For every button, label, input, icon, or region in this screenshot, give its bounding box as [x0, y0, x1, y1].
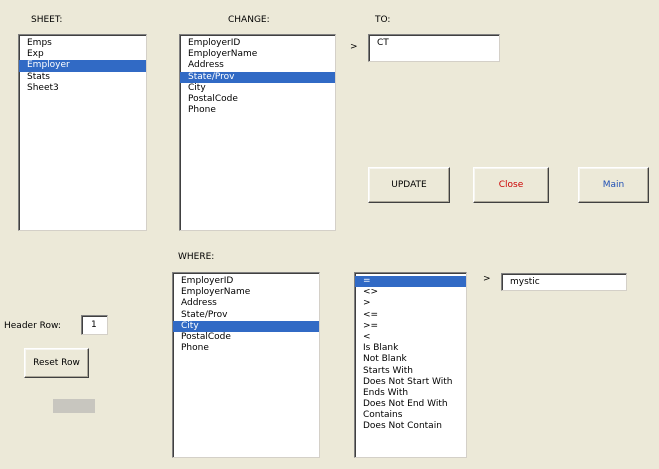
list-item[interactable]: >=	[355, 321, 466, 332]
where-value-input[interactable]: mystic	[501, 273, 627, 291]
sheet-listbox[interactable]: Emps Exp Employer Stats Sheet3	[18, 34, 147, 231]
change-label: CHANGE:	[228, 15, 270, 25]
list-item[interactable]: City	[180, 83, 335, 94]
list-item[interactable]: EmployerName	[173, 287, 319, 298]
list-item[interactable]: Ends With	[355, 388, 466, 399]
list-item[interactable]: Sheet3	[19, 83, 146, 94]
reset-row-button[interactable]: Reset Row	[24, 348, 89, 378]
list-item[interactable]: State/Prov	[173, 310, 319, 321]
list-item[interactable]: Does Not Contain	[355, 421, 466, 432]
list-item[interactable]: <	[355, 332, 466, 343]
list-item[interactable]: Exp	[19, 49, 146, 60]
list-item[interactable]: <>	[355, 287, 466, 298]
list-item[interactable]: Contains	[355, 410, 466, 421]
list-item[interactable]: Is Blank	[355, 343, 466, 354]
to-value-input[interactable]: CT	[368, 34, 500, 62]
disabled-placeholder	[53, 399, 95, 413]
list-item[interactable]: City	[173, 320, 319, 332]
update-button[interactable]: UPDATE	[368, 167, 450, 203]
where-arrow: >	[483, 274, 491, 284]
list-item[interactable]: State/Prov	[180, 71, 335, 83]
list-item[interactable]: Does Not End With	[355, 399, 466, 410]
main-button[interactable]: Main	[578, 167, 649, 203]
list-item[interactable]: EmployerID	[180, 38, 335, 49]
list-item[interactable]: Phone	[180, 105, 335, 116]
header-row-label: Header Row:	[4, 321, 61, 331]
list-item[interactable]: PostalCode	[173, 332, 319, 343]
list-item[interactable]: EmployerID	[173, 276, 319, 287]
list-item[interactable]: Phone	[173, 343, 319, 354]
header-row-input[interactable]: 1	[81, 315, 108, 335]
to-arrow: >	[350, 42, 358, 52]
list-item[interactable]: Does Not Start With	[355, 377, 466, 388]
list-item[interactable]: >	[355, 298, 466, 309]
list-item[interactable]: <=	[355, 310, 466, 321]
list-item[interactable]: Address	[180, 60, 335, 71]
list-item[interactable]: Emps	[19, 38, 146, 49]
list-item[interactable]: =	[355, 276, 466, 288]
list-item[interactable]: Starts With	[355, 366, 466, 377]
list-item[interactable]: EmployerName	[180, 49, 335, 60]
where-field-listbox[interactable]: EmployerID EmployerName Address State/Prov C…	[172, 272, 320, 458]
to-label: TO:	[375, 15, 391, 25]
list-item[interactable]: PostalCode	[180, 94, 335, 105]
where-label: WHERE:	[178, 252, 215, 262]
close-button[interactable]: Close	[473, 167, 549, 203]
list-item[interactable]: Stats	[19, 72, 146, 83]
list-item[interactable]: Address	[173, 298, 319, 309]
list-item[interactable]: Employer	[19, 60, 146, 72]
operator-listbox[interactable]: = <> > <= >= < Is Blank Not Blank Starts With Doe…	[354, 272, 467, 458]
list-item[interactable]: Not Blank	[355, 354, 466, 365]
sheet-label: SHEET:	[31, 15, 63, 25]
change-field-listbox[interactable]: EmployerID EmployerName Address State/Prov C…	[179, 34, 336, 231]
